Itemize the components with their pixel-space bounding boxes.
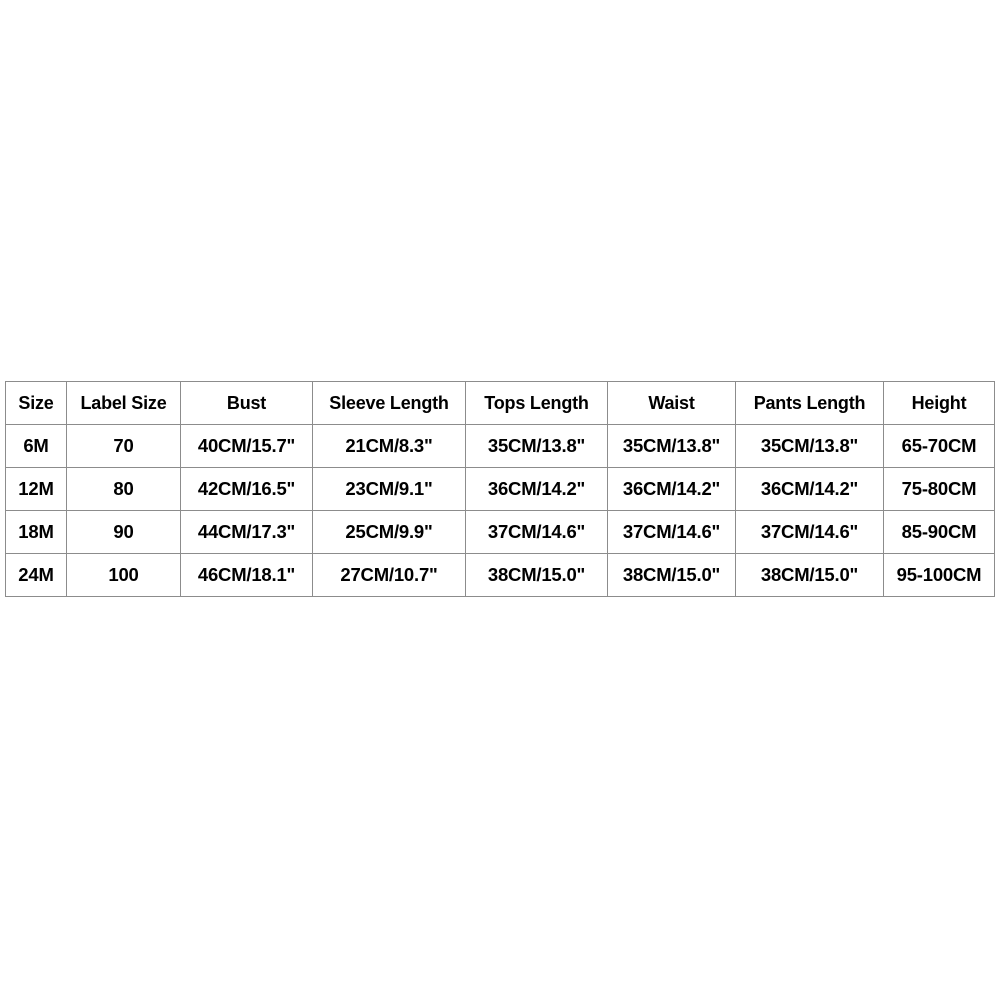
cell-pants-length: 37CM/14.6": [735, 510, 884, 554]
cell-label-size: 70: [66, 424, 181, 468]
cell-tops-length: 36CM/14.2": [465, 467, 608, 511]
cell-waist: 35CM/13.8": [607, 424, 736, 468]
cell-bust: 40CM/15.7": [180, 424, 313, 468]
cell-height: 65-70CM: [883, 424, 995, 468]
cell-label-size: 80: [66, 467, 181, 511]
size-chart-header: Size Label Size Bust Sleeve Length Tops …: [5, 381, 995, 425]
cell-tops-length: 37CM/14.6": [465, 510, 608, 554]
column-header-sleeve-length: Sleeve Length: [312, 381, 466, 425]
cell-size: 24M: [5, 553, 67, 597]
cell-size: 6M: [5, 424, 67, 468]
cell-size: 18M: [5, 510, 67, 554]
cell-waist: 36CM/14.2": [607, 467, 736, 511]
cell-sleeve-length: 25CM/9.9": [312, 510, 466, 554]
column-header-pants-length: Pants Length: [735, 381, 884, 425]
column-header-size: Size: [5, 381, 67, 425]
size-chart-body: 6M 70 40CM/15.7" 21CM/8.3" 35CM/13.8" 35…: [5, 424, 995, 597]
table-row: 12M 80 42CM/16.5" 23CM/9.1" 36CM/14.2" 3…: [5, 467, 995, 511]
column-header-tops-length: Tops Length: [465, 381, 608, 425]
size-chart-table: Size Label Size Bust Sleeve Length Tops …: [5, 381, 995, 597]
cell-tops-length: 38CM/15.0": [465, 553, 608, 597]
cell-sleeve-length: 23CM/9.1": [312, 467, 466, 511]
cell-pants-length: 36CM/14.2": [735, 467, 884, 511]
cell-height: 85-90CM: [883, 510, 995, 554]
cell-pants-length: 38CM/15.0": [735, 553, 884, 597]
table-row: 6M 70 40CM/15.7" 21CM/8.3" 35CM/13.8" 35…: [5, 424, 995, 468]
table-row: 24M 100 46CM/18.1" 27CM/10.7" 38CM/15.0"…: [5, 553, 995, 597]
cell-size: 12M: [5, 467, 67, 511]
cell-label-size: 90: [66, 510, 181, 554]
column-header-height: Height: [883, 381, 995, 425]
cell-bust: 42CM/16.5": [180, 467, 313, 511]
cell-height: 95-100CM: [883, 553, 995, 597]
column-header-label-size: Label Size: [66, 381, 181, 425]
cell-height: 75-80CM: [883, 467, 995, 511]
cell-sleeve-length: 21CM/8.3": [312, 424, 466, 468]
cell-bust: 44CM/17.3": [180, 510, 313, 554]
cell-label-size: 100: [66, 553, 181, 597]
table-header-row: Size Label Size Bust Sleeve Length Tops …: [5, 381, 995, 425]
table-row: 18M 90 44CM/17.3" 25CM/9.9" 37CM/14.6" 3…: [5, 510, 995, 554]
cell-waist: 38CM/15.0": [607, 553, 736, 597]
cell-bust: 46CM/18.1": [180, 553, 313, 597]
size-chart-container: Size Label Size Bust Sleeve Length Tops …: [5, 381, 995, 597]
cell-waist: 37CM/14.6": [607, 510, 736, 554]
column-header-waist: Waist: [607, 381, 736, 425]
cell-pants-length: 35CM/13.8": [735, 424, 884, 468]
column-header-bust: Bust: [180, 381, 313, 425]
cell-tops-length: 35CM/13.8": [465, 424, 608, 468]
cell-sleeve-length: 27CM/10.7": [312, 553, 466, 597]
